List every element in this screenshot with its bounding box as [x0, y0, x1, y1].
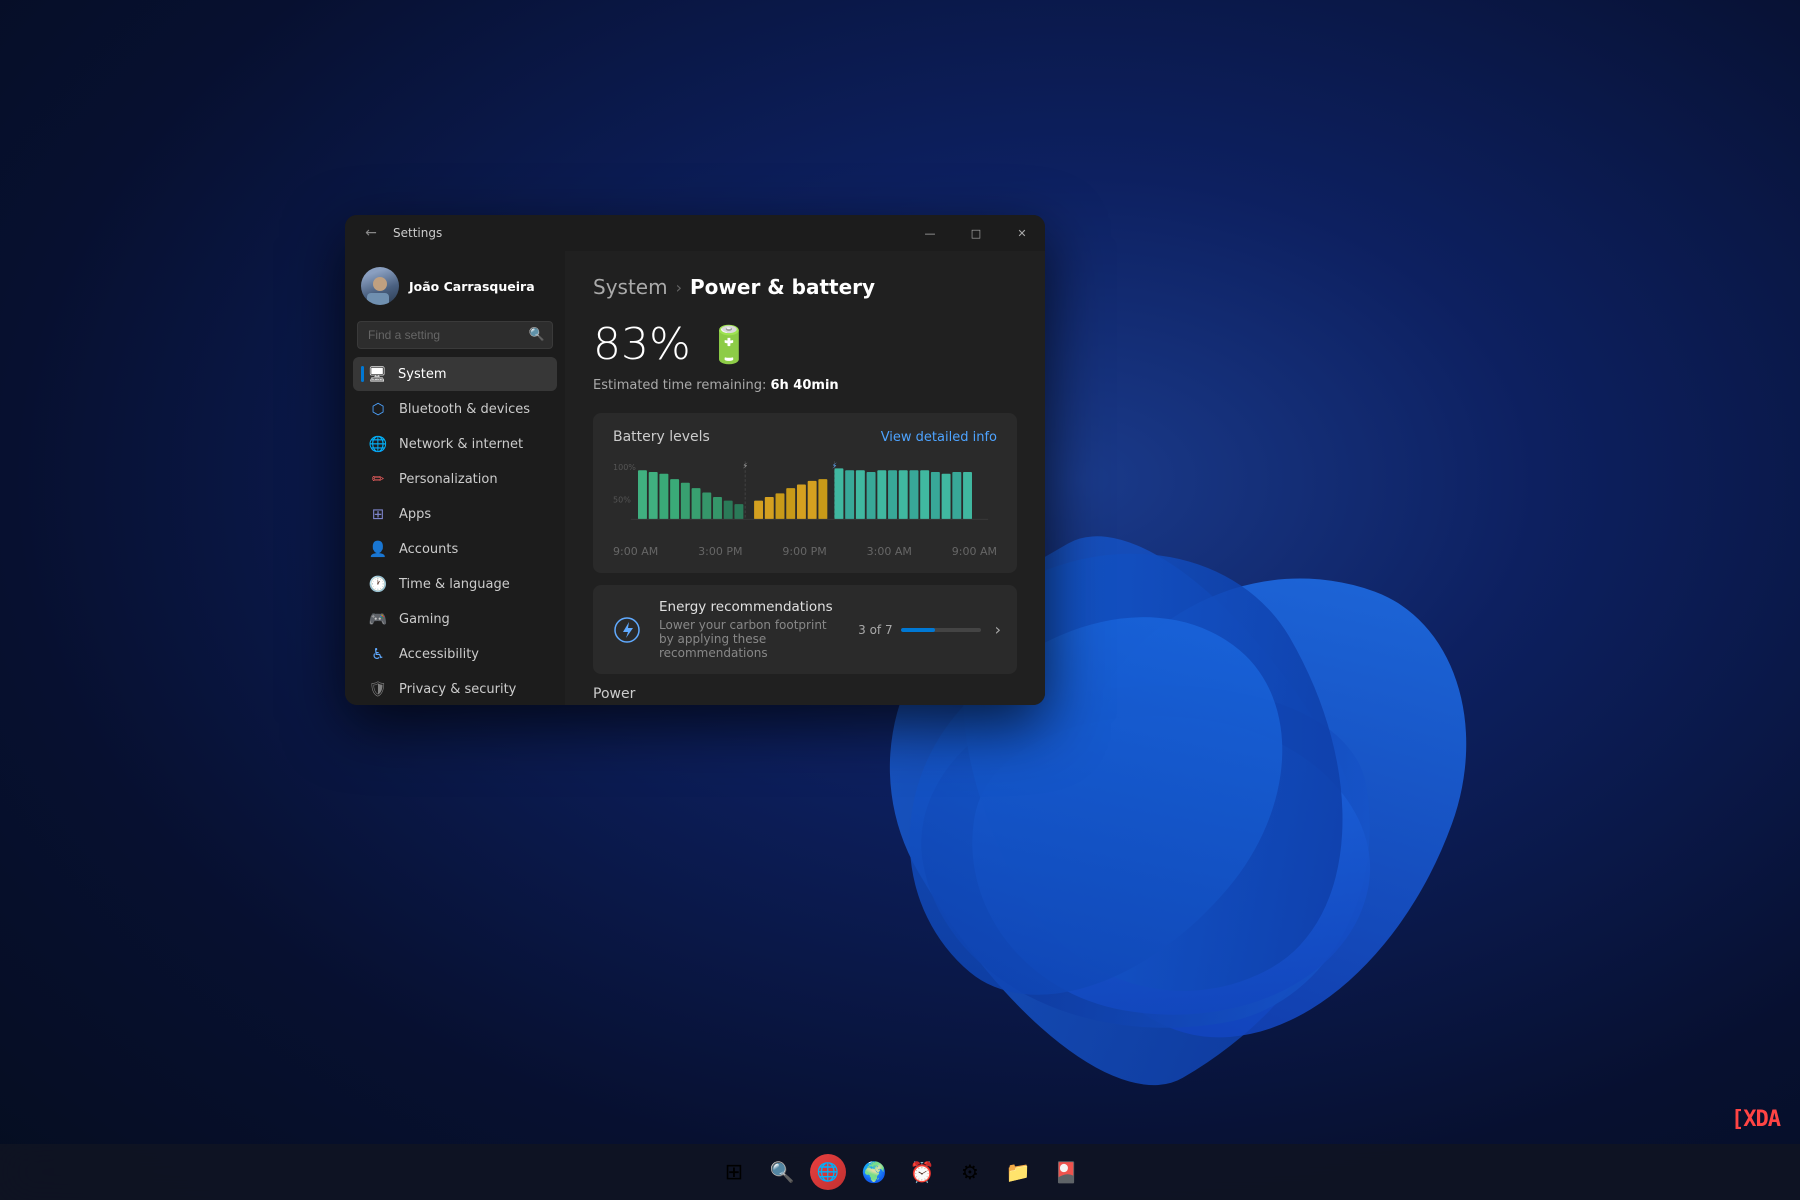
- apps-icon: ⊞: [369, 505, 387, 523]
- power-section-header: Power: [593, 686, 1017, 702]
- back-button[interactable]: ←: [357, 219, 385, 247]
- chart-label-3: 9:00 PM: [782, 545, 826, 558]
- system-icon: 🖥: [368, 365, 386, 383]
- minimize-button[interactable]: —: [907, 215, 953, 251]
- gaming-icon: 🎮: [369, 610, 387, 628]
- energy-rec-desc: Lower your carbon footprint by applying …: [659, 618, 844, 660]
- energy-text: Energy recommendations Lower your carbon…: [659, 599, 844, 660]
- xda-logo: [XDA: [1731, 1107, 1780, 1132]
- svg-text:50%: 50%: [613, 495, 631, 504]
- taskbar-app-2[interactable]: ⏰: [902, 1152, 942, 1192]
- breadcrumb: System › Power & battery: [593, 275, 1017, 299]
- avatar: [361, 267, 399, 305]
- energy-count: 3 of 7: [858, 623, 892, 637]
- nav-item-apps[interactable]: ⊞ Apps: [353, 497, 557, 531]
- nav-item-time[interactable]: 🕐 Time & language: [353, 567, 557, 601]
- main-panel: System › Power & battery 83% 🔋 Estimated…: [565, 251, 1045, 705]
- breadcrumb-parent[interactable]: System: [593, 275, 668, 299]
- battery-estimate-value: 6h 40min: [770, 378, 838, 393]
- nav-label-personalization: Personalization: [399, 472, 498, 487]
- time-icon: 🕐: [369, 575, 387, 593]
- network-icon: 🌐: [369, 435, 387, 453]
- search-box: 🔍: [357, 321, 553, 349]
- chart-label-2: 3:00 PM: [698, 545, 742, 558]
- chart-title: Battery levels: [613, 429, 710, 445]
- battery-chart: 100% 50% ⚡ ⚡: [613, 457, 997, 557]
- window-title: Settings: [393, 226, 442, 240]
- nav-item-gaming[interactable]: 🎮 Gaming: [353, 602, 557, 636]
- chart-labels: 9:00 AM 3:00 PM 9:00 PM 3:00 AM 9:00 AM: [613, 545, 997, 558]
- accessibility-icon: ♿: [369, 645, 387, 663]
- nav-label-network: Network & internet: [399, 437, 523, 452]
- battery-chart-section: Battery levels View detailed info 100% 5…: [593, 413, 1017, 573]
- chart-label-4: 3:00 AM: [867, 545, 912, 558]
- battery-icon: 🔋: [707, 324, 752, 366]
- nav-item-network[interactable]: 🌐 Network & internet: [353, 427, 557, 461]
- taskbar-start-button[interactable]: ⊞: [714, 1152, 754, 1192]
- search-input[interactable]: [357, 321, 553, 349]
- search-icon: 🔍: [529, 328, 545, 343]
- chart-label-5: 9:00 AM: [952, 545, 997, 558]
- battery-estimate-label: Estimated time remaining:: [593, 378, 766, 393]
- nav-item-personalization[interactable]: ✏ Personalization: [353, 462, 557, 496]
- energy-chevron-icon: ›: [995, 620, 1001, 639]
- nav-label-accounts: Accounts: [399, 542, 458, 557]
- window-body: João Carrasqueira 🔍 🖥 System ⬡ Bluetooth…: [345, 251, 1045, 705]
- nav-item-system[interactable]: 🖥 System: [353, 357, 557, 391]
- personalization-icon: ✏: [369, 470, 387, 488]
- user-name: João Carrasqueira: [409, 279, 535, 294]
- nav-item-bluetooth[interactable]: ⬡ Bluetooth & devices: [353, 392, 557, 426]
- breadcrumb-separator: ›: [676, 278, 682, 297]
- nav-item-accessibility[interactable]: ♿ Accessibility: [353, 637, 557, 671]
- taskbar-settings[interactable]: ⚙: [950, 1152, 990, 1192]
- nav-item-privacy[interactable]: 🛡 Privacy & security: [353, 672, 557, 705]
- nav-label-apps: Apps: [399, 507, 431, 522]
- nav-label-accessibility: Accessibility: [399, 647, 479, 662]
- battery-estimate: Estimated time remaining: 6h 40min: [593, 378, 1017, 393]
- energy-icon: [609, 612, 645, 648]
- chart-header: Battery levels View detailed info: [613, 429, 997, 445]
- energy-progress: 3 of 7: [858, 623, 980, 637]
- energy-rec-title: Energy recommendations: [659, 599, 844, 615]
- close-button[interactable]: ✕: [999, 215, 1045, 251]
- svg-text:⚡: ⚡: [742, 461, 748, 470]
- taskbar: ⊞ 🔍 🌐 🌍 ⏰ ⚙ 📁 🎴: [0, 1144, 1800, 1200]
- breadcrumb-current: Power & battery: [690, 275, 875, 299]
- privacy-icon: 🛡: [369, 680, 387, 698]
- energy-progress-bar: [901, 628, 981, 632]
- taskbar-files[interactable]: 📁: [998, 1152, 1038, 1192]
- nav-label-system: System: [398, 367, 446, 382]
- title-bar: ← Settings — □ ✕: [345, 215, 1045, 251]
- taskbar-app-3[interactable]: 🎴: [1046, 1152, 1086, 1192]
- nav-label-time: Time & language: [399, 577, 510, 592]
- settings-window: ← Settings — □ ✕ João Carrasqueir: [345, 215, 1045, 705]
- user-section: João Carrasqueira: [345, 259, 565, 317]
- window-controls: — □ ✕: [907, 215, 1045, 251]
- chart-svg: 100% 50% ⚡ ⚡: [613, 457, 997, 537]
- view-detailed-link[interactable]: View detailed info: [881, 430, 997, 445]
- nav-item-accounts[interactable]: 👤 Accounts: [353, 532, 557, 566]
- battery-percent: 83%: [593, 319, 691, 370]
- energy-progress-fill: [901, 628, 935, 632]
- energy-recommendations-card[interactable]: Energy recommendations Lower your carbon…: [593, 585, 1017, 674]
- battery-header: 83% 🔋: [593, 319, 1017, 370]
- sidebar: João Carrasqueira 🔍 🖥 System ⬡ Bluetooth…: [345, 251, 565, 705]
- maximize-button[interactable]: □: [953, 215, 999, 251]
- nav-label-privacy: Privacy & security: [399, 682, 516, 697]
- taskbar-browser-vivaldi[interactable]: 🌐: [810, 1154, 846, 1190]
- accounts-icon: 👤: [369, 540, 387, 558]
- nav-label-gaming: Gaming: [399, 612, 450, 627]
- taskbar-search[interactable]: 🔍: [762, 1152, 802, 1192]
- chart-label-1: 9:00 AM: [613, 545, 658, 558]
- nav-label-bluetooth: Bluetooth & devices: [399, 402, 530, 417]
- bluetooth-icon: ⬡: [369, 400, 387, 418]
- svg-text:100%: 100%: [613, 463, 636, 472]
- taskbar-app-1[interactable]: 🌍: [854, 1152, 894, 1192]
